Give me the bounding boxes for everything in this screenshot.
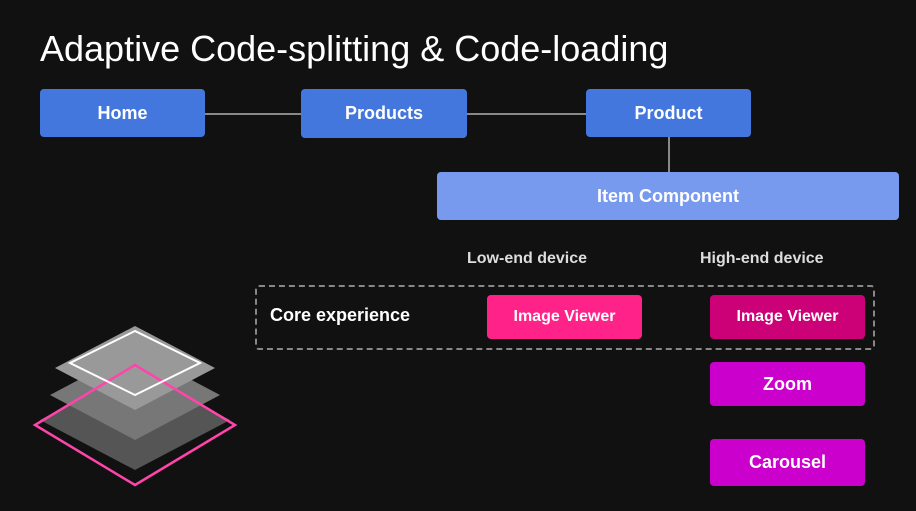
connector-product-item	[668, 137, 670, 172]
carousel-box: Carousel	[710, 439, 865, 486]
core-experience-label: Core experience	[270, 305, 410, 326]
products-route-box: Products	[301, 89, 467, 138]
image-viewer-lowend: Image Viewer	[487, 295, 642, 339]
connector-home-products	[205, 113, 301, 115]
image-viewer-highend: Image Viewer	[710, 295, 865, 339]
item-component-box: Item Component	[437, 172, 899, 220]
product-route-box: Product	[586, 89, 751, 137]
layers-illustration	[20, 300, 250, 495]
lowend-device-label: Low-end device	[467, 250, 587, 268]
connector-products-product	[467, 113, 586, 115]
page-title: Adaptive Code-splitting & Code-loading	[40, 28, 668, 70]
home-route-box: Home	[40, 89, 205, 137]
highend-device-label: High-end device	[700, 250, 824, 268]
zoom-box: Zoom	[710, 362, 865, 406]
